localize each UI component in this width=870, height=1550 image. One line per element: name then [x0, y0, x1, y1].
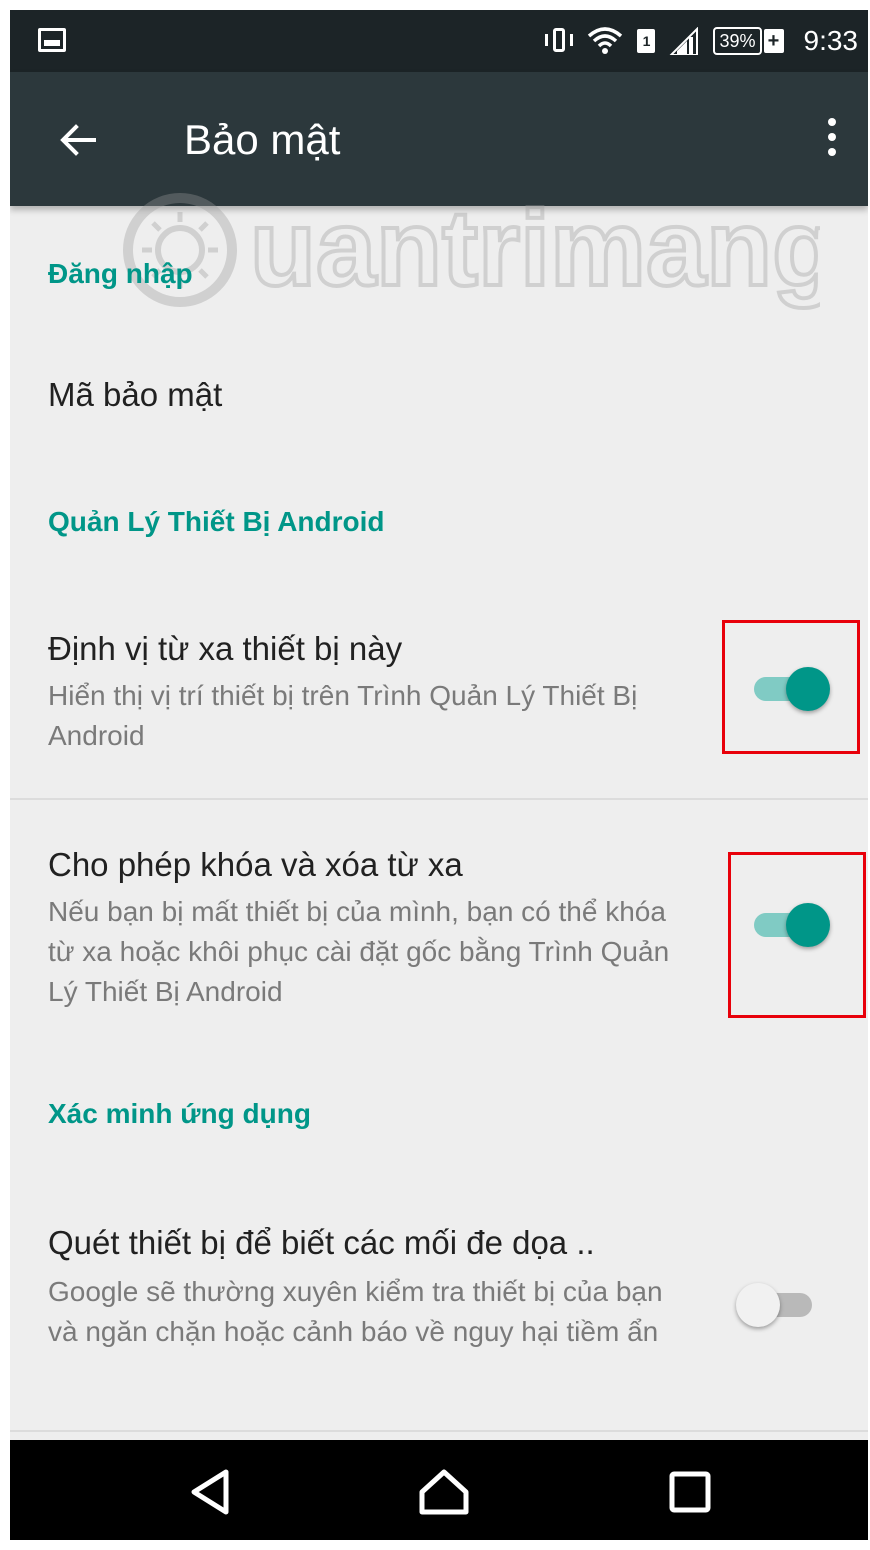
switch-thumb [736, 1283, 780, 1327]
image-notification-icon [38, 28, 66, 52]
navigation-bar [10, 1440, 868, 1540]
pref-scan-threats-title[interactable]: Quét thiết bị để biết các mối đe dọa .. [48, 1224, 595, 1262]
app-bar: Bảo mật [10, 72, 868, 206]
phone-screen: 1 39% + 9:33 Bảo mật uantrimang Đăng nhậ… [10, 10, 868, 1540]
battery-percent: 39% [713, 27, 762, 55]
section-header-verify-apps: Xác minh ứng dụng [48, 1098, 311, 1129]
sim-icon: 1 [637, 29, 656, 53]
divider [10, 1430, 868, 1432]
highlight-box [722, 620, 860, 754]
battery-indicator: 39% + [713, 27, 784, 55]
wifi-icon [588, 27, 623, 54]
more-vert-icon[interactable] [822, 118, 842, 164]
triangle-back-icon[interactable] [182, 1464, 242, 1520]
page-title: Bảo mật [184, 116, 341, 163]
arrow-back-icon[interactable] [54, 116, 102, 164]
pref-locate-remotely-summary: Hiển thị vị trí thiết bị trên Trình Quản… [48, 680, 638, 751]
section-header-device-manager: Quản Lý Thiết Bị Android [48, 506, 385, 537]
home-icon[interactable] [414, 1464, 474, 1520]
vibrate-icon [545, 26, 574, 56]
status-icons: 1 39% + 9:33 [545, 10, 858, 72]
section-header-login: Đăng nhập [48, 258, 193, 289]
status-bar: 1 39% + 9:33 [10, 10, 868, 72]
pref-scan-threats-summary: Google sẽ thường xuyên kiểm tra thiết bị… [48, 1276, 663, 1347]
signal-icon [670, 27, 699, 55]
pref-locate-remotely-title[interactable]: Định vị từ xa thiết bị này [48, 630, 402, 668]
charging-icon: + [763, 29, 784, 53]
divider [10, 798, 868, 800]
square-recents-icon[interactable] [660, 1464, 720, 1520]
pref-security-code[interactable]: Mã bảo mật [48, 376, 222, 414]
pref-remote-lock-erase-title[interactable]: Cho phép khóa và xóa từ xa [48, 846, 463, 884]
clock: 9:33 [803, 25, 859, 56]
highlight-box [728, 852, 866, 1018]
scan-threats-switch[interactable] [736, 1280, 822, 1330]
pref-remote-lock-erase-summary: Nếu bạn bị mất thiết bị của mình, bạn có… [48, 896, 670, 1007]
